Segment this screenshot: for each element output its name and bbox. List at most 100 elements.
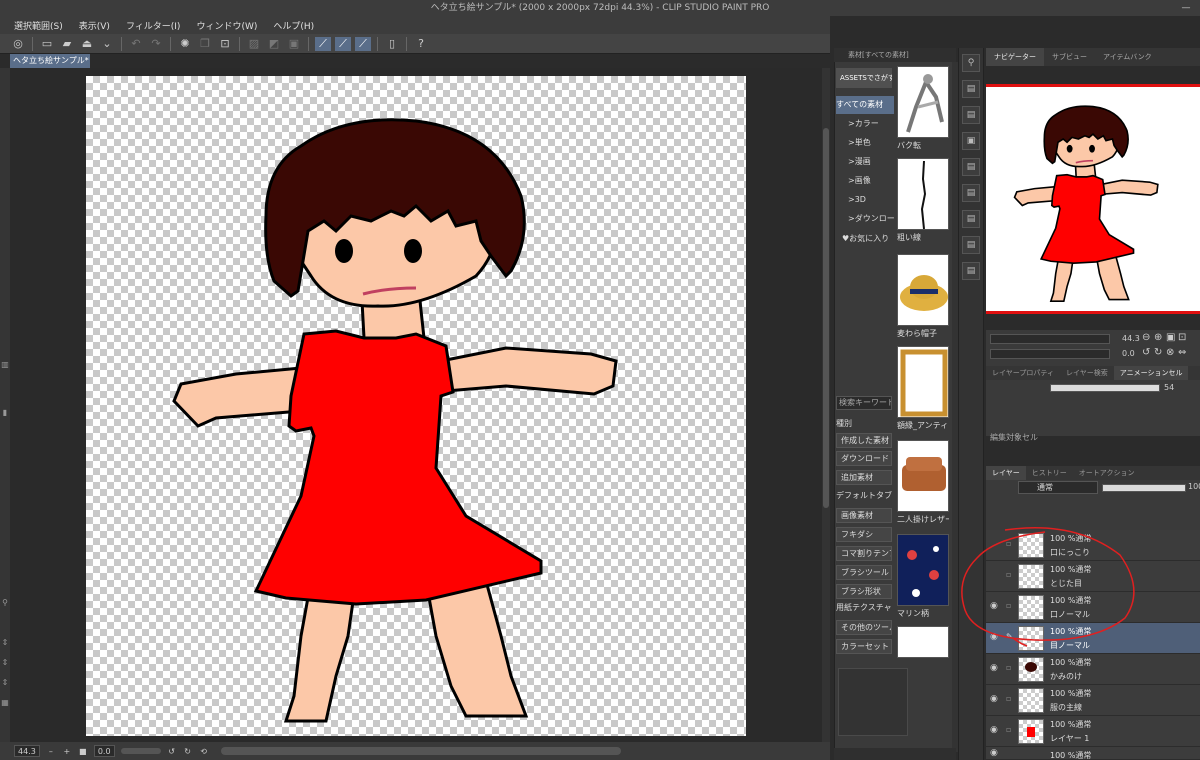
cat-default-tab[interactable]: デフォルトタブ [836,489,892,504]
cel-slider[interactable] [1050,384,1160,392]
cat-color-set[interactable]: カラーセット [836,639,892,654]
canvas-horizontal-scrollbar[interactable] [220,747,621,755]
eye-icon[interactable]: ◉ [990,748,998,758]
material-thumb[interactable]: バク転 [897,66,949,154]
zoom-in-icon[interactable]: ⊕ [1154,332,1162,343]
tree-item-download[interactable]: >ダウンロード [836,210,894,228]
material-search-input[interactable]: 検索キーワード [836,396,892,410]
layer-row[interactable]: ◉ ▫ 100 %通常 レイヤー 1 [986,716,1200,747]
tab-subview[interactable]: サブビュー [1044,48,1095,66]
snap-special-ruler-icon[interactable]: ⟋ [335,36,351,51]
material-thumb[interactable]: 麦わら帽子 [897,254,949,342]
lock-icon[interactable]: ▫ [1006,725,1011,734]
new-file-icon[interactable]: ▭ [39,37,55,51]
rotation-slider[interactable] [120,748,161,754]
eye-icon[interactable]: ◉ [990,694,998,704]
drawing-canvas[interactable] [86,76,746,736]
save-icon[interactable]: ⏏ [79,37,95,51]
tab-animation-cel[interactable]: アニメーションセル [1113,366,1189,380]
material-thumb[interactable]: 二人掛けレザーソファ [897,440,949,528]
material-icon[interactable]: ▤ [962,210,980,228]
tree-item-3d[interactable]: >3D [836,191,894,209]
tree-item-mono[interactable]: >単色 [836,134,894,152]
actual-size-icon[interactable]: ⊡ [1178,332,1186,343]
lock-icon[interactable]: ▫ [1006,663,1011,672]
search-icon[interactable]: ⚲ [962,54,980,72]
undo-icon[interactable]: ↶ [128,37,144,51]
fit-icon[interactable]: ▣ [1166,332,1175,343]
open-folder-icon[interactable]: ▰ [59,37,75,51]
fit-icon[interactable]: ■ [78,747,88,756]
snap-ruler-icon[interactable]: ⟋ [315,36,331,51]
loading-icon[interactable]: ✺ [177,37,193,51]
key-icon[interactable]: ⚲ [0,598,10,607]
help-icon[interactable]: ? [413,37,429,51]
smartphone-icon[interactable]: ▯ [384,37,400,51]
tab-history[interactable]: ヒストリー [1026,466,1073,480]
tab-itembank[interactable]: アイテムバンク [1095,48,1160,66]
spinner-icon[interactable]: ⇕ [0,678,10,687]
spinner-icon[interactable]: ⇕ [0,658,10,667]
material-thumb[interactable]: 粗い線 [897,158,949,246]
cat-paper-texture[interactable]: 用紙テクスチャ [836,601,892,616]
menu-selection[interactable]: 選択範囲(S) [14,19,63,32]
blend-mode-select[interactable]: 通常 [1018,481,1098,494]
material-icon[interactable]: ▤ [962,158,980,176]
cat-image[interactable]: 画像素材 [836,508,892,523]
tree-item-color[interactable]: >カラー [836,115,894,133]
navigator-preview[interactable] [986,84,1200,314]
cat-download[interactable]: ダウンロード [836,451,892,466]
dropdown-icon[interactable]: ⌄ [99,37,115,51]
outline-icon[interactable]: ▣ [286,37,302,51]
reset-rotation-icon[interactable]: ⟲ [199,747,209,756]
eye-icon[interactable]: ◉ [990,725,998,735]
spinner-icon[interactable]: ⇕ [0,638,10,647]
tab-auto-action[interactable]: オートアクション [1073,466,1141,480]
material-thumb[interactable]: 額縁_アンティーク [897,346,949,434]
snap-grid-icon[interactable]: ⟋ [355,36,371,51]
tree-item-favorites[interactable]: ♥お気に入り [836,230,894,248]
handle-icon[interactable]: ▮ [0,408,10,417]
cat-balloon[interactable]: フキダシ [836,527,892,542]
zoom-in-button[interactable]: + [62,747,72,756]
tab-layer[interactable]: レイヤー [986,466,1026,480]
menu-view[interactable]: 表示(V) [79,19,110,32]
scrollbar-thumb[interactable] [823,128,829,508]
cat-frame-template[interactable]: コマ割りテンプレート [836,546,892,561]
clip-studio-icon[interactable]: ◎ [10,37,26,51]
checker-icon[interactable]: ▦ [0,698,10,707]
document-tab[interactable]: ヘタ立ち絵サンプル* ● [10,54,90,68]
reset-rotation-icon[interactable]: ⊗ [1166,347,1174,358]
canvas-vertical-scrollbar[interactable] [822,68,830,742]
trash-icon[interactable]: ▥ [0,360,10,369]
tree-item-all[interactable]: すべての素材 [836,96,894,114]
cat-brush-tool[interactable]: ブラシツール [836,565,892,580]
layer-row[interactable]: ◉ 100 %通常 [986,747,1200,760]
menu-help[interactable]: ヘルプ(H) [273,19,314,32]
zoom-field[interactable]: 44.3 [14,745,40,757]
tab-navigator[interactable]: ナビゲーター [986,48,1044,66]
menu-filter[interactable]: フィルター(I) [126,19,181,32]
rotate-left-icon[interactable]: ↺ [1142,347,1150,358]
assets-search-tab[interactable]: ASSETSでさがす [836,68,892,88]
cat-brush-shape[interactable]: ブラシ形状 [836,584,892,599]
cat-other-tools[interactable]: その他のツール [836,620,892,635]
zoom-slider[interactable] [990,334,1110,344]
tree-item-image[interactable]: >画像 [836,172,894,190]
tab-layer-property[interactable]: レイヤープロパティ [986,366,1060,380]
material-icon[interactable]: ▤ [962,106,980,124]
zoom-out-button[interactable]: – [46,747,56,756]
copy-icon[interactable]: ❐ [197,37,213,51]
opacity-slider[interactable] [1102,484,1186,492]
rotation-slider[interactable] [990,349,1110,359]
material-icon[interactable]: ▤ [962,184,980,202]
material-icon[interactable]: ▤ [962,236,980,254]
transform-icon[interactable]: ⊡ [217,37,233,51]
rotate-right-icon[interactable]: ↻ [1154,347,1162,358]
layer-row[interactable]: ◉ ▫ 100 %通常 服の主線 [986,685,1200,716]
material-icon[interactable]: ▣ [962,132,980,150]
zoom-out-icon[interactable]: ⊖ [1142,332,1150,343]
eye-icon[interactable]: ◉ [990,663,998,673]
clear-selection-icon[interactable]: ▨ [246,37,262,51]
layer-row[interactable]: ◉ ▫ 100 %通常 かみのけ [986,654,1200,685]
